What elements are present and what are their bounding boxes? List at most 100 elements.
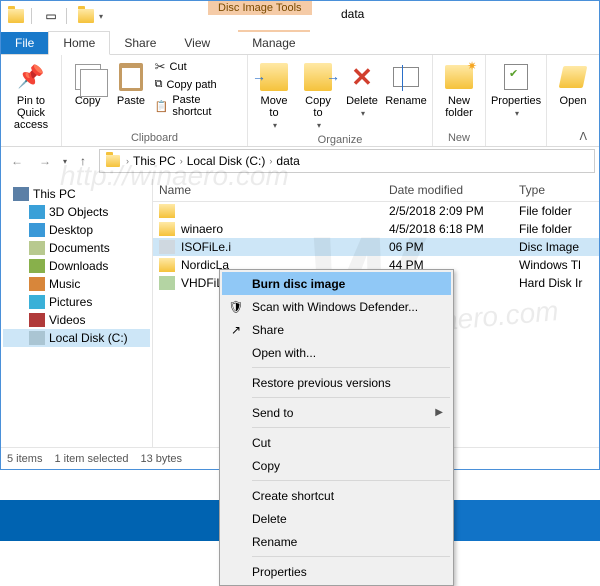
nav-back-button[interactable]: ←: [5, 149, 29, 173]
qat-folder-icon[interactable]: [75, 5, 97, 27]
3d-objects-icon: [29, 205, 45, 219]
file-icon: [159, 240, 175, 254]
status-item-count: 5 items: [7, 453, 42, 465]
copy-path-icon: ⧉: [155, 78, 163, 91]
separator-icon: [66, 8, 67, 24]
rename-button[interactable]: Rename: [386, 59, 426, 109]
chevron-right-icon[interactable]: ›: [267, 156, 274, 166]
crumb-this-pc[interactable]: This PC: [131, 154, 178, 168]
file-list-header: Name Date modified Type: [153, 179, 599, 202]
file-name: winaero: [181, 222, 223, 236]
tree-this-pc[interactable]: This PC: [3, 185, 150, 203]
separator-icon: [31, 8, 32, 24]
chevron-right-icon[interactable]: ›: [124, 156, 131, 166]
nav-history-icon[interactable]: ▾: [63, 157, 67, 166]
title-bar: ▭ ▾ Disc Image Tools data: [1, 1, 599, 31]
crumb-local-disk[interactable]: Local Disk (C:): [185, 154, 268, 168]
status-selected: 1 item selected: [54, 453, 128, 465]
tree-pictures[interactable]: Pictures: [3, 293, 150, 311]
address-area: ← → ▾ ↑ › This PC › Local Disk (C:) › da…: [1, 147, 599, 175]
tree-3d-objects[interactable]: 3D Objects: [3, 203, 150, 221]
ctx-cut[interactable]: Cut: [222, 431, 451, 454]
paste-button[interactable]: Paste: [111, 59, 150, 109]
ctx-copy[interactable]: Copy: [222, 454, 451, 477]
documents-icon: [29, 241, 45, 255]
tab-file[interactable]: File: [1, 32, 48, 54]
qat-item-1-icon[interactable]: ▭: [40, 5, 62, 27]
nav-up-button[interactable]: ↑: [71, 149, 95, 173]
file-type: Windows Tl: [513, 258, 599, 272]
cut-button[interactable]: ✂Cut: [155, 59, 241, 75]
pc-icon: [13, 187, 29, 201]
ctx-create-shortcut[interactable]: Create shortcut: [222, 484, 451, 507]
move-to-button[interactable]: Move to▾: [254, 59, 294, 132]
new-group-label: New: [448, 132, 470, 144]
file-icon: [159, 258, 175, 272]
open-icon: [559, 66, 588, 88]
context-tab-header: Disc Image Tools: [208, 1, 312, 15]
clipboard-group-label: Clipboard: [131, 132, 178, 144]
ctx-open-with[interactable]: Open with...: [222, 341, 451, 364]
address-bar[interactable]: › This PC › Local Disk (C:) › data: [99, 149, 595, 173]
tab-share[interactable]: Share: [110, 32, 170, 54]
column-type[interactable]: Type: [513, 179, 599, 201]
file-type: File folder: [513, 222, 599, 236]
new-folder-button[interactable]: New folder: [439, 59, 479, 121]
tree-music[interactable]: Music: [3, 275, 150, 293]
tree-documents[interactable]: Documents: [3, 239, 150, 257]
tree-downloads[interactable]: Downloads: [3, 257, 150, 275]
separator-icon: [252, 367, 450, 368]
ctx-burn-disc-image[interactable]: Burn disc image: [222, 272, 451, 295]
pictures-icon: [29, 295, 45, 309]
column-name[interactable]: Name: [153, 179, 383, 201]
ctx-scan-defender[interactable]: 🛡Scan with Windows Defender...: [222, 295, 451, 318]
group-clipboard: Copy Paste ✂Cut ⧉Copy path 📋Paste shortc…: [62, 55, 248, 146]
properties-icon: [504, 64, 528, 90]
ctx-delete[interactable]: Delete: [222, 507, 451, 530]
paste-shortcut-button[interactable]: 📋Paste shortcut: [155, 94, 241, 118]
file-icon: [159, 204, 175, 218]
group-new: New folder New: [433, 55, 486, 146]
file-type: Disc Image: [513, 240, 599, 254]
tree-videos[interactable]: Videos: [3, 311, 150, 329]
ctx-share[interactable]: ↗Share: [222, 318, 451, 341]
pin-icon: 📌: [17, 64, 44, 90]
status-size: 13 bytes: [140, 453, 182, 465]
ctx-restore[interactable]: Restore previous versions: [222, 371, 451, 394]
downloads-icon: [29, 259, 45, 273]
context-tab-group: Disc Image Tools: [208, 1, 312, 45]
paste-shortcut-icon: 📋: [155, 100, 169, 113]
qat-dropdown-icon[interactable]: ▾: [99, 12, 103, 21]
context-menu: Burn disc image 🛡Scan with Windows Defen…: [219, 269, 454, 586]
separator-icon: [252, 427, 450, 428]
ctx-send-to[interactable]: Send to▶: [222, 401, 451, 424]
separator-icon: [252, 480, 450, 481]
ctx-properties[interactable]: Properties: [222, 560, 451, 583]
file-name: ISOFiLe.i: [181, 240, 231, 254]
properties-button[interactable]: Properties▾: [492, 59, 540, 120]
nav-forward-button[interactable]: →: [33, 149, 57, 173]
crumb-data[interactable]: data: [274, 154, 301, 168]
tree-desktop[interactable]: Desktop: [3, 221, 150, 239]
navigation-pane[interactable]: This PC 3D Objects Desktop Documents Dow…: [1, 179, 153, 447]
tree-local-disk[interactable]: Local Disk (C:): [3, 329, 150, 347]
open-button[interactable]: Open: [553, 59, 593, 109]
file-icon: [159, 222, 175, 236]
column-date[interactable]: Date modified: [383, 179, 513, 201]
move-to-icon: [260, 63, 288, 91]
copy-to-button[interactable]: Copy to▾: [298, 59, 338, 132]
copy-icon: [75, 64, 101, 90]
chevron-right-icon[interactable]: ›: [178, 156, 185, 166]
tab-home[interactable]: Home: [48, 31, 110, 55]
group-open: Properties▾: [486, 55, 547, 146]
collapse-ribbon-icon[interactable]: ᐱ: [579, 130, 587, 143]
music-icon: [29, 277, 45, 291]
ctx-rename[interactable]: Rename: [222, 530, 451, 553]
defender-icon: 🛡: [228, 299, 244, 315]
copy-button[interactable]: Copy: [68, 59, 107, 109]
addr-folder-icon: [106, 155, 120, 167]
copy-path-button[interactable]: ⧉Copy path: [155, 78, 241, 91]
copy-to-icon: [304, 63, 332, 91]
delete-button[interactable]: ✕ Delete▾: [342, 59, 382, 120]
pin-to-quick-access-button[interactable]: 📌 Pin to Quick access: [7, 59, 55, 133]
